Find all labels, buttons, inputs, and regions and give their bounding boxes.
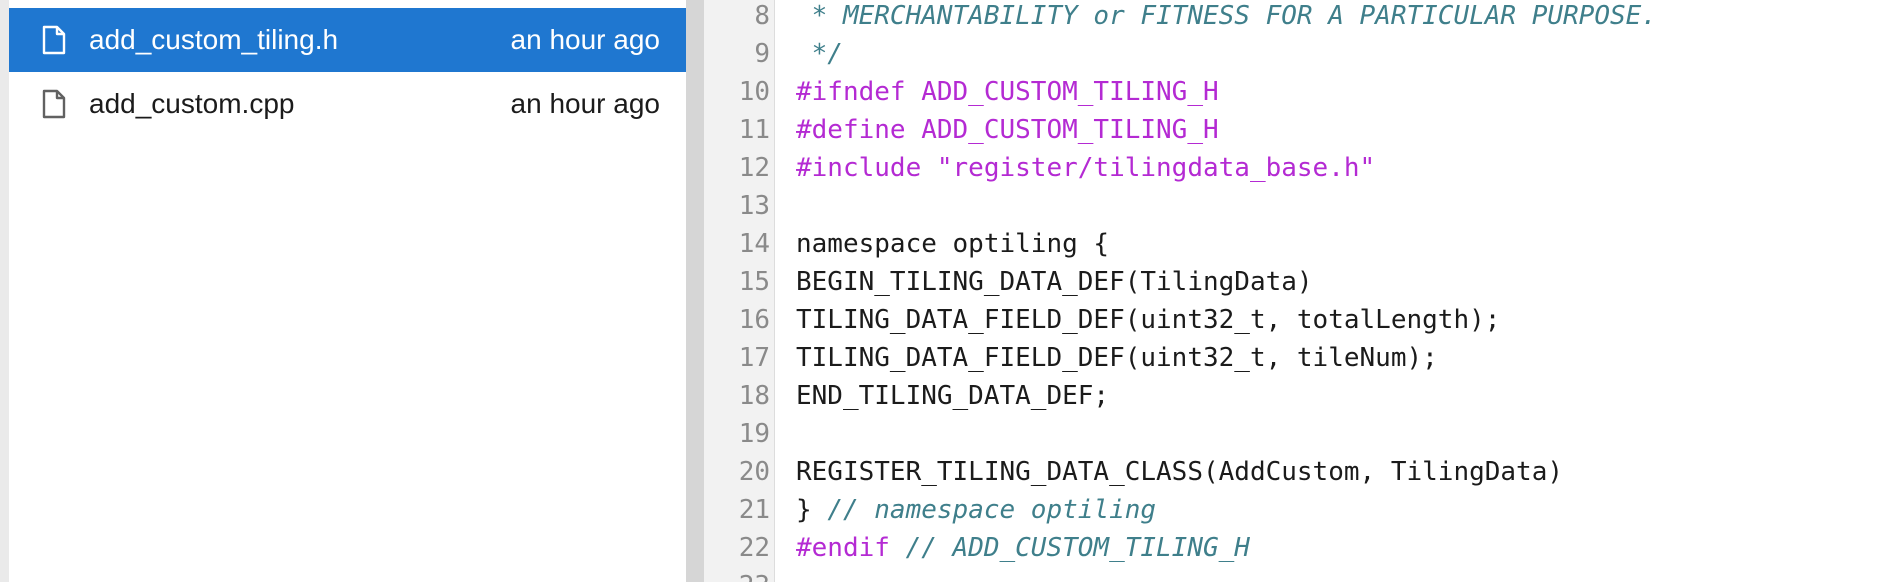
code-token-plain: } [796,495,828,525]
line-code: #include "register/tilingdata_base.h" [770,153,1375,183]
line-code: namespace optiling { [770,229,1109,259]
line-code: */ [770,39,843,69]
code-line[interactable]: 15 BEGIN_TILING_DATA_DEF(TilingData) [704,263,1902,301]
code-token-plain: END_TILING_DATA_DEF; [796,381,1110,411]
code-token-pre: #endif [796,533,906,563]
code-token-pre: #include "register/tilingdata_base.h" [796,153,1376,183]
code-token-plain: TILING_DATA_FIELD_DEF(uint32_t, totalLen… [796,305,1501,335]
code-token-pre: #define ADD_CUSTOM_TILING_H [796,115,1219,145]
line-number: 14 [738,229,770,259]
code-line[interactable]: 9 */ [704,35,1902,73]
line-number: 22 [738,533,770,563]
code-token-comment: */ [796,39,843,69]
file-icon [41,25,67,55]
line-number: 18 [738,381,770,411]
line-number: 15 [738,267,770,297]
line-code: #endif // ADD_CUSTOM_TILING_H [770,533,1250,563]
code-line[interactable]: 13 [704,187,1902,225]
code-token-plain: namespace optiling { [796,229,1110,259]
file-name: add_custom.cpp [89,88,295,119]
code-line[interactable]: 18 END_TILING_DATA_DEF; [704,377,1902,415]
code-token-plain: TILING_DATA_FIELD_DEF(uint32_t, tileNum)… [796,343,1438,373]
line-number: 20 [738,457,770,487]
line-number: 12 [738,153,770,183]
line-code: * MERCHANTABILITY or FITNESS FOR A PARTI… [770,1,1657,31]
line-number: 10 [738,77,770,107]
code-line[interactable]: 12 #include "register/tilingdata_base.h" [704,149,1902,187]
file-name: add_custom_tiling.h [89,24,339,55]
line-code: TILING_DATA_FIELD_DEF(uint32_t, tileNum)… [770,343,1438,373]
code-line[interactable]: 20 REGISTER_TILING_DATA_CLASS(AddCustom, … [704,453,1902,491]
code-token-comment: // namespace optiling [827,495,1157,525]
line-number: 21 [738,495,770,525]
file-modified-time: an hour ago [510,24,660,55]
file-modified-time: an hour ago [510,88,660,119]
line-number: 13 [738,191,770,221]
line-code: TILING_DATA_FIELD_DEF(uint32_t, totalLen… [770,305,1500,335]
line-code: REGISTER_TILING_DATA_CLASS(AddCustom, Ti… [770,457,1563,487]
code-line[interactable]: 14 namespace optiling { [704,225,1902,263]
code-line[interactable]: 21} // namespace optiling [704,491,1902,529]
code-token-comment: // ADD_CUSTOM_TILING_H [905,533,1250,563]
line-number: 17 [738,343,770,373]
code-line[interactable]: 11 #define ADD_CUSTOM_TILING_H [704,111,1902,149]
line-number: 11 [738,115,770,145]
code-line[interactable]: 19 [704,415,1902,453]
code-token-plain: REGISTER_TILING_DATA_CLASS(AddCustom, Ti… [796,457,1564,487]
code-line[interactable]: 23 [704,567,1902,582]
file-icon [41,89,67,119]
code-line[interactable]: 17 TILING_DATA_FIELD_DEF(uint32_t, tileNu… [704,339,1902,377]
file-row-add-custom-cpp[interactable]: add_custom.cpp an hour ago [9,72,686,136]
line-number: 9 [754,39,770,69]
line-number: 8 [754,1,770,31]
code-editor[interactable]: 8 * MERCHANTABILITY or FITNESS FOR A PAR… [704,0,1902,582]
line-number: 19 [738,419,770,449]
code-line[interactable]: 10 #ifndef ADD_CUSTOM_TILING_H [704,73,1902,111]
line-number: 16 [738,305,770,335]
code-line[interactable]: 8 * MERCHANTABILITY or FITNESS FOR A PAR… [704,0,1902,35]
line-code: END_TILING_DATA_DEF; [770,381,1109,411]
line-code: } // namespace optiling [770,495,1156,525]
file-row-add-custom-tiling-h[interactable]: add_custom_tiling.h an hour ago [9,8,686,72]
line-code: #define ADD_CUSTOM_TILING_H [770,115,1219,145]
code-token-pre: #ifndef ADD_CUSTOM_TILING_H [796,77,1219,107]
panel-splitter[interactable] [686,0,704,582]
line-code: #ifndef ADD_CUSTOM_TILING_H [770,77,1219,107]
line-number: 23 [704,571,770,582]
code-token-comment: * MERCHANTABILITY or FITNESS FOR A PARTI… [796,1,1657,31]
code-line[interactable]: 22 #endif // ADD_CUSTOM_TILING_H [704,529,1902,567]
line-code: BEGIN_TILING_DATA_DEF(TilingData) [770,267,1313,297]
code-token-plain: BEGIN_TILING_DATA_DEF(TilingData) [796,267,1313,297]
code-line[interactable]: 16 TILING_DATA_FIELD_DEF(uint32_t, totalL… [704,301,1902,339]
file-browser: add_custom_tiling.h an hour ago add_cust… [0,0,686,582]
